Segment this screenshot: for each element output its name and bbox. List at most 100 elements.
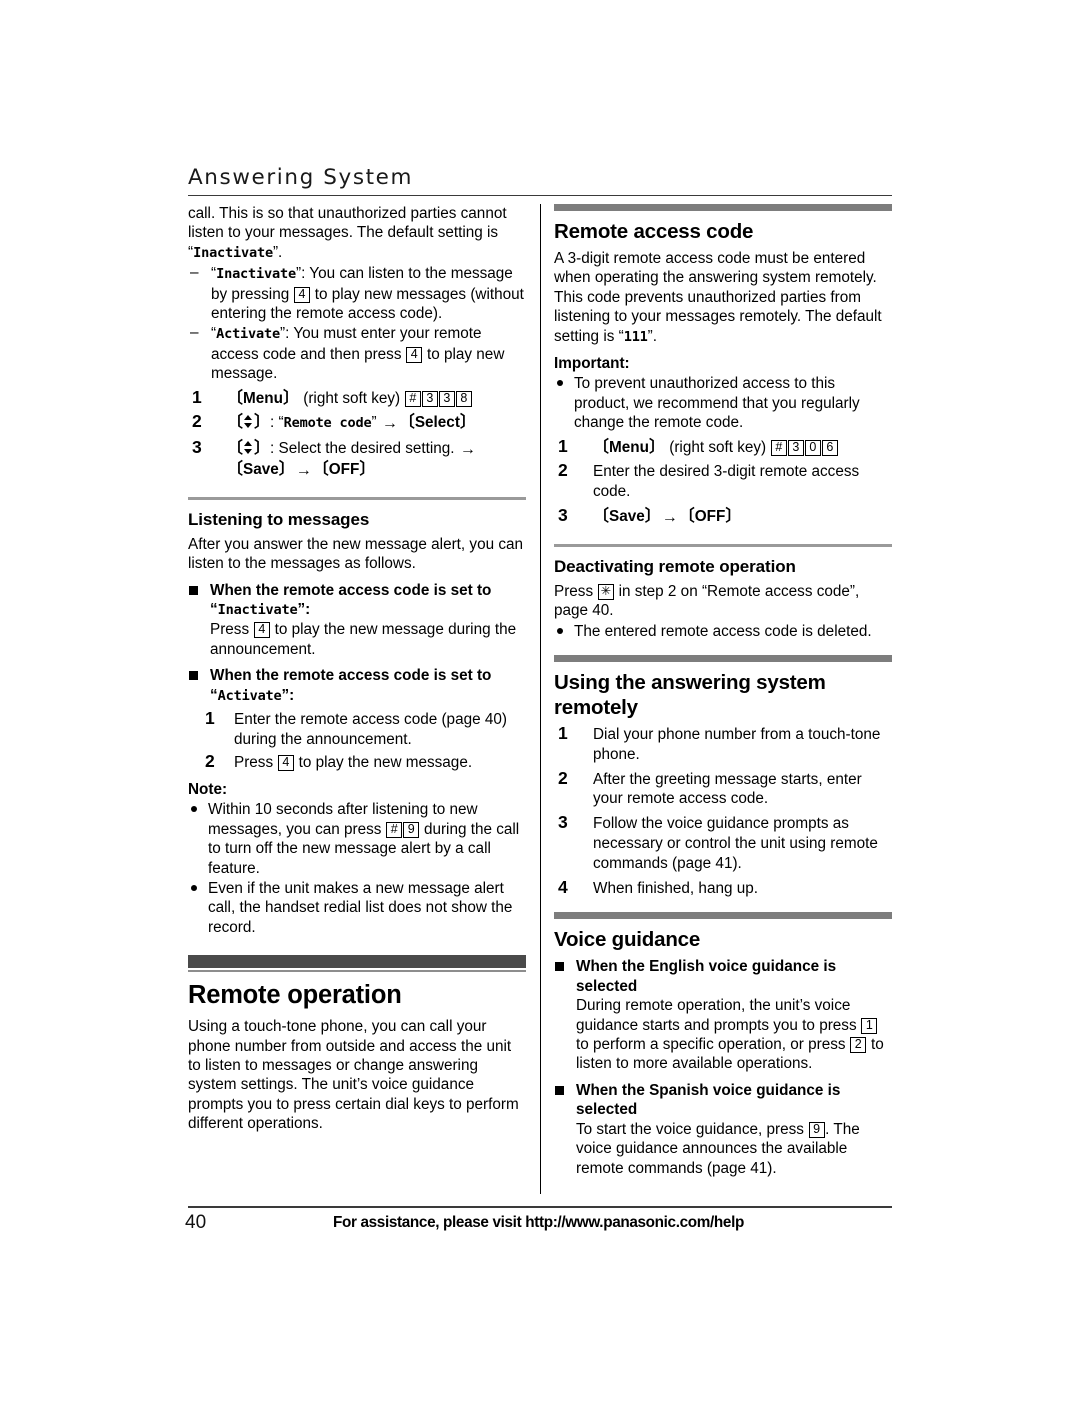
deact-text-a: Press <box>554 582 598 600</box>
note-bullet: Even if the unit makes a new message ale… <box>188 879 526 937</box>
step: 4 When finished, hang up. <box>554 877 892 899</box>
substep-number: 1 <box>205 708 215 729</box>
step-number: 2 <box>558 767 568 788</box>
bullet-text-a: Even if the unit makes a new message ale… <box>208 879 513 936</box>
section-bar <box>554 655 892 663</box>
square-bullet-icon <box>555 962 564 972</box>
step-number: 1 <box>558 723 568 744</box>
sq-head-mono: Inactivate <box>217 602 298 619</box>
keycap-hash-icon: # <box>770 439 787 456</box>
square-bullet-heading: When the remote access code is set to “I… <box>188 581 526 621</box>
dash-marker: – <box>190 264 199 282</box>
softkey-label: Menu <box>243 389 283 407</box>
substep-text: Enter the remote access code (page 40) d… <box>234 711 507 748</box>
page-footer: 40 For assistance, please visit http://w… <box>185 1206 892 1238</box>
arrow-icon: → <box>381 415 398 433</box>
softkey-bracket-close-2: 〕 <box>725 508 742 526</box>
step: 3 〔〕: Select the desired setting. → 〔Save〕… <box>188 437 526 481</box>
sq-head-text: When the remote access code is set to <box>210 667 492 685</box>
keycap-6-icon: 6 <box>821 439 838 456</box>
softkey-label: Menu <box>609 438 649 456</box>
rac-text-a: A 3-digit remote access code must be ent… <box>554 250 882 345</box>
softkey-bracket-open: 〔 <box>593 508 610 526</box>
arrow-icon-2: → <box>295 462 312 480</box>
square-bullet-icon <box>189 585 198 595</box>
page-title: Answering System <box>188 165 414 190</box>
step: 2 〔〕: “Remote code” →〔Select〕 <box>188 411 526 434</box>
step: 1 〔Menu〕 (right soft key) #3 0 6 <box>554 436 892 458</box>
bullet-dot-icon <box>557 627 563 634</box>
vg-body-b: to perform a specific operation, or pres… <box>576 1036 850 1054</box>
using-remotely-heading: Using the answering system remotely <box>554 671 826 720</box>
sq-head-quote-open: “ <box>210 601 218 619</box>
step-number: 3 <box>558 812 568 833</box>
remote-operation-heading: Remote operation <box>188 981 402 1010</box>
step-number: 3 <box>558 505 568 526</box>
page-number: 40 <box>185 1212 207 1233</box>
dash-marker: – <box>190 324 199 342</box>
softkey-bracket-close: 〕 <box>459 414 476 432</box>
intro-paragraph: call. This is so that unauthorized parti… <box>188 204 526 263</box>
keycap-2-icon: 2 <box>850 1037 867 1054</box>
navigator-updown-icon <box>244 440 253 455</box>
keycap-4-icon: 4 <box>406 346 423 363</box>
step-text: Dial your phone number from a touch-tone… <box>593 726 881 763</box>
navigator-updown-icon <box>244 414 253 429</box>
bullet-dot-icon <box>557 380 563 387</box>
keycap-4-icon: 4 <box>277 755 294 772</box>
step-number: 2 <box>192 411 202 432</box>
step-text: After the greeting message starts, enter… <box>593 770 862 808</box>
square-bullet-icon <box>555 1085 564 1095</box>
deactivating-bullet: The entered remote access code is delete… <box>554 622 892 641</box>
major-section-bar <box>188 955 526 971</box>
section-bar <box>554 204 892 211</box>
substep-text-b: to play the new message. <box>294 754 473 772</box>
keycap-hash-icon: # <box>404 390 421 407</box>
sub-heading-rule <box>554 543 892 547</box>
section-bar <box>554 912 892 920</box>
dash-item: – “Inactivate”: You can listen to the mes… <box>188 264 526 323</box>
note-label: Note: <box>188 780 228 798</box>
keycap-hash-icon: # <box>386 821 403 838</box>
keycap-9-icon: 9 <box>403 821 420 838</box>
arrow-icon: → <box>459 441 476 459</box>
softkey-bracket-open-2: 〔 <box>678 508 695 526</box>
step-number: 2 <box>558 460 568 481</box>
softkey-bracket-open: 〔 <box>398 414 415 432</box>
square-bullet-heading: When the remote access code is set to “A… <box>188 666 526 706</box>
keycap-4-icon: 4 <box>253 622 270 639</box>
listening-intro: After you answer the new message alert, … <box>188 535 524 573</box>
document-page: Answering System call. This is so that u… <box>0 0 1080 1404</box>
voice-guidance-heading: Voice guidance <box>554 928 701 952</box>
bullet-dot-icon <box>191 806 197 813</box>
step-text: (right soft key) <box>664 438 771 456</box>
bullet-dot-icon <box>191 884 197 891</box>
listening-heading: Listening to messages <box>188 509 370 529</box>
square-bullet-icon <box>189 671 198 681</box>
sq-head-quote-close: ”: <box>281 686 295 704</box>
important-label: Important: <box>554 355 630 373</box>
softkey-bracket-open: 〔 <box>227 389 244 407</box>
substep-number: 2 <box>205 751 215 772</box>
softkey-bracket-open: 〔 <box>227 461 244 479</box>
square-bullet-body: During remote operation, the unit’s voic… <box>554 996 892 1074</box>
softkey-bracket-close-2: 〕 <box>359 461 376 479</box>
right-column: Remote access code A 3-digit remote acce… <box>554 204 892 1178</box>
substep-text-a: Press <box>234 754 278 772</box>
step-text: Follow the voice guidance prompts as nec… <box>593 815 878 872</box>
assistance-text: For assistance, please visit http://www.… <box>333 1214 744 1231</box>
navkey-bracket-close: 〕 <box>254 440 271 458</box>
vg-head-text: When the Spanish voice guidance is selec… <box>576 1081 841 1119</box>
keycap-3-icon: 3 <box>787 439 804 456</box>
step: 1 Dial your phone number from a touch-ton… <box>554 723 892 765</box>
softkey-bracket-close: 〕 <box>278 461 295 479</box>
softkey-bracket-close: 〕 <box>282 389 299 407</box>
keycap-4-icon: 4 <box>293 286 310 303</box>
softkey-label-off: OFF <box>694 508 726 526</box>
intro-text-b: ”. <box>272 243 283 261</box>
substep: 2 Press 4 to play the new message. <box>188 751 526 773</box>
intro-mono: Inactivate <box>193 244 273 261</box>
deactivating-paragraph: Press ✳ in step 2 on “Remote access code… <box>554 582 892 621</box>
vg-body-a: During remote operation, the unit’s voic… <box>576 997 861 1034</box>
softkey-label: Select <box>414 414 460 432</box>
